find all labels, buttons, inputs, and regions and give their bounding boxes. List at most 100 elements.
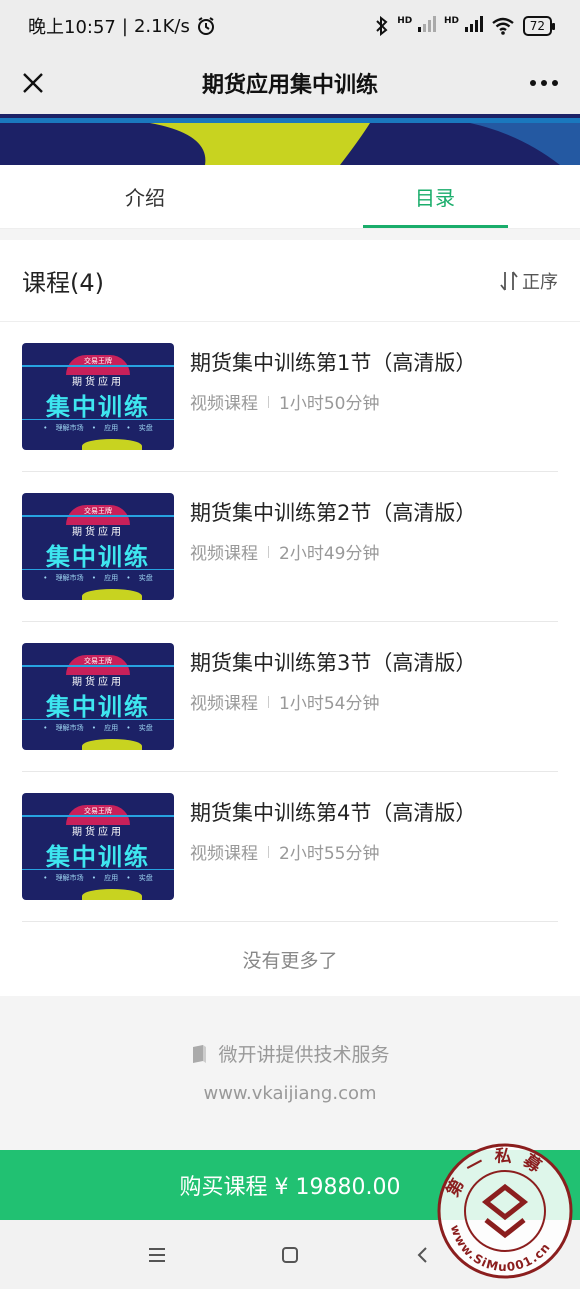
thumb-subtitle: 期货应用 (72, 827, 124, 838)
course-type: 视频课程 (190, 694, 258, 714)
course-info: 期货集中训练第2节（高清版） 视频课程 2小时49分钟 (190, 493, 476, 564)
course-list: 交易王牌 期货应用 集中训练 • 理解市场 • 应用 • 实盘 期货集中训练第1… (0, 322, 580, 996)
signal-1: HD (397, 15, 436, 37)
sort-icon (500, 270, 518, 291)
course-duration: 1小时50分钟 (279, 394, 380, 414)
course-meta: 视频课程 2小时55分钟 (190, 839, 476, 864)
menu-button[interactable] (137, 1235, 177, 1275)
more-options-button[interactable] (530, 68, 558, 98)
meta-divider (268, 545, 269, 558)
thumb-line (22, 719, 174, 720)
course-thumbnail: 交易王牌 期货应用 集中训练 • 理解市场 • 应用 • 实盘 (22, 493, 174, 600)
cover-banner (0, 114, 580, 165)
course-type: 视频课程 (190, 544, 258, 564)
home-button[interactable] (270, 1235, 310, 1275)
thumb-line (22, 815, 174, 817)
status-divider: | (121, 15, 128, 37)
course-duration: 2小时55分钟 (279, 844, 380, 864)
site-url[interactable]: www.vkaijiang.com (0, 1083, 580, 1104)
powered-by-text: 微开讲提供技术服务 (218, 1044, 390, 1066)
watermark-seal: 第一私募 www.SiMu001.cn (436, 1142, 574, 1280)
nav-bar: 期货应用集中训练 (0, 52, 580, 114)
thumb-line (22, 419, 174, 420)
tab-bar: 介绍 目录 (0, 165, 580, 229)
footer: 微开讲提供技术服务 www.vkaijiang.com (0, 1040, 580, 1104)
home-square-icon (281, 1246, 298, 1263)
thumb-wave (82, 439, 142, 450)
thumb-tags: • 理解市场 • 应用 • 实盘 (43, 874, 153, 882)
signal-2: HD (443, 15, 483, 37)
course-title: 期货集中训练第1节（高清版） (190, 351, 477, 375)
status-right: HD HD 72 (375, 15, 556, 37)
signal-icon (417, 15, 436, 32)
status-net-speed: 2.1K/s (133, 15, 190, 37)
course-duration: 2小时49分钟 (279, 544, 380, 564)
watermark-logo: 第一私募 www.SiMu001.cn (437, 1143, 573, 1279)
course-duration: 1小时54分钟 (279, 694, 380, 714)
thumb-line (22, 569, 174, 570)
meta-divider (268, 395, 269, 408)
course-info: 期货集中训练第1节（高清版） 视频课程 1小时50分钟 (190, 343, 476, 414)
course-thumbnail: 交易王牌 期货应用 集中训练 • 理解市场 • 应用 • 实盘 (22, 793, 174, 900)
course-type: 视频课程 (190, 844, 258, 864)
thumb-tags: • 理解市场 • 应用 • 实盘 (43, 574, 153, 582)
thumb-line (22, 515, 174, 517)
hd-badge: HD (397, 15, 413, 26)
close-button[interactable] (14, 64, 52, 102)
meta-divider (268, 695, 269, 708)
wifi-icon (491, 17, 514, 35)
status-bar: 晚上10:57 | 2.1K/s HD HD 72 (0, 0, 580, 52)
list-end-text: 没有更多了 (0, 922, 580, 996)
course-title: 期货集中训练第2节（高清版） (190, 501, 477, 525)
thumb-title: 集中训练 (46, 843, 150, 871)
course-meta: 视频课程 1小时54分钟 (190, 689, 476, 714)
alarm-icon (197, 17, 214, 35)
more-dot (530, 80, 536, 86)
list-item[interactable]: 交易王牌 期货应用 集中训练 • 理解市场 • 应用 • 实盘 期货集中训练第3… (0, 622, 580, 772)
thumb-title: 集中训练 (46, 543, 150, 571)
course-meta: 视频课程 1小时50分钟 (190, 389, 476, 414)
thumb-title: 集中训练 (46, 393, 150, 421)
list-item[interactable]: 交易王牌 期货应用 集中训练 • 理解市场 • 应用 • 实盘 期货集中训练第1… (0, 322, 580, 472)
thumb-line (22, 665, 174, 667)
hd-badge: HD (443, 15, 459, 26)
course-meta: 视频课程 2小时49分钟 (190, 539, 476, 564)
more-dot (541, 80, 547, 86)
tab-intro[interactable]: 介绍 (0, 165, 290, 228)
list-item[interactable]: 交易王牌 期货应用 集中训练 • 理解市场 • 应用 • 实盘 期货集中训练第2… (0, 472, 580, 622)
course-info: 期货集中训练第3节（高清版） 视频课程 1小时54分钟 (190, 643, 476, 714)
sort-button[interactable]: 正序 (500, 268, 558, 294)
thumb-wave (82, 889, 142, 900)
powered-by: 微开讲提供技术服务 (0, 1040, 580, 1067)
meta-divider (268, 845, 269, 858)
course-info: 期货集中训练第4节（高清版） 视频课程 2小时55分钟 (190, 793, 476, 864)
thumb-wave (82, 739, 142, 750)
bluetooth-icon (376, 16, 388, 36)
thumb-title: 集中训练 (46, 693, 150, 721)
thumb-line (22, 365, 174, 367)
course-thumbnail: 交易王牌 期货应用 集中训练 • 理解市场 • 应用 • 实盘 (22, 643, 174, 750)
section-title: 课程(4) (22, 269, 104, 297)
more-dot (552, 80, 558, 86)
list-item[interactable]: 交易王牌 期货应用 集中训练 • 理解市场 • 应用 • 实盘 期货集中训练第4… (0, 772, 580, 922)
tab-catalog[interactable]: 目录 (290, 165, 580, 228)
thumb-tags: • 理解市场 • 应用 • 实盘 (43, 424, 153, 432)
section-header: 课程(4) 正序 (0, 240, 580, 322)
course-title: 期货集中训练第3节（高清版） (190, 651, 477, 675)
signal-icon (464, 15, 483, 32)
menu-icon (148, 1247, 165, 1262)
thumb-subtitle: 期货应用 (72, 527, 124, 538)
thumb-tags: • 理解市场 • 应用 • 实盘 (43, 724, 153, 732)
thumb-line (22, 869, 174, 870)
status-time: 晚上10:57 (28, 17, 116, 38)
battery-indicator: 72 (522, 16, 556, 36)
course-type: 视频课程 (190, 394, 258, 414)
close-icon (23, 73, 43, 93)
status-left: 晚上10:57 | 2.1K/s (28, 13, 216, 39)
thumb-subtitle: 期货应用 (72, 377, 124, 388)
thumb-subtitle: 期货应用 (72, 677, 124, 688)
sort-label: 正序 (522, 271, 558, 293)
course-thumbnail: 交易王牌 期货应用 集中训练 • 理解市场 • 应用 • 实盘 (22, 343, 174, 450)
course-title: 期货集中训练第4节（高清版） (190, 801, 477, 825)
thumb-wave (82, 589, 142, 600)
